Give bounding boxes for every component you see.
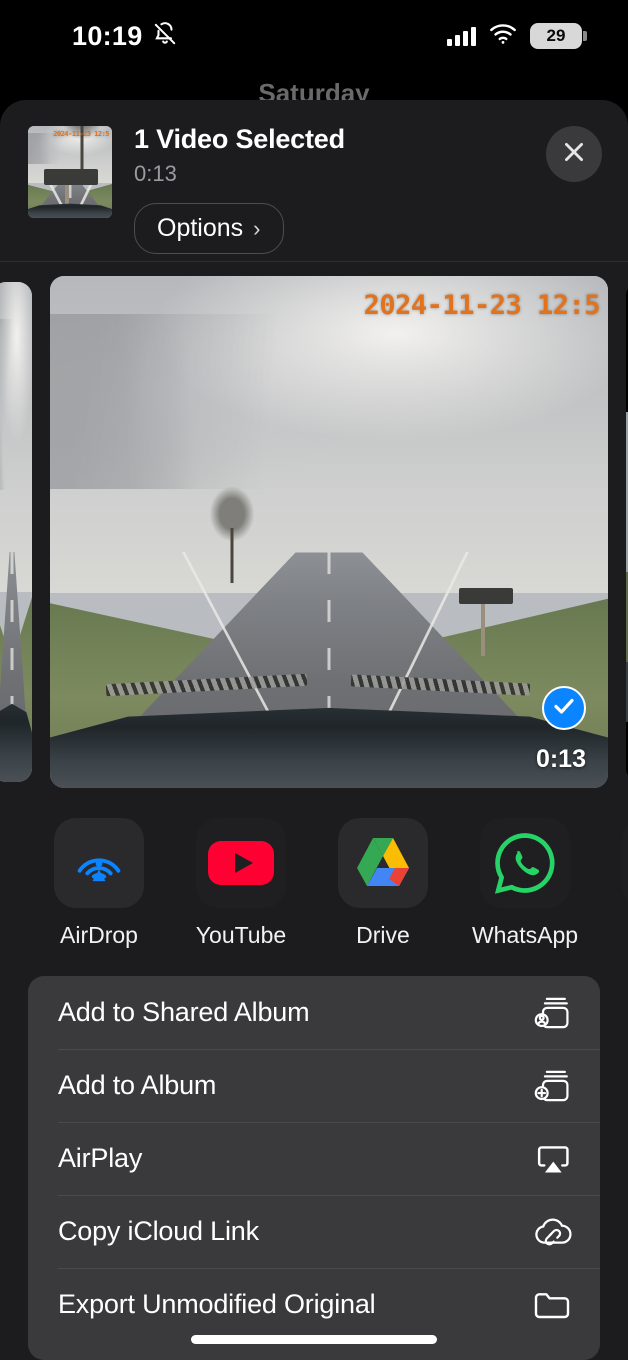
action-label: Add to Album [58,1070,217,1100]
google-drive-icon [338,817,428,908]
status-bar: 10:19 29 [0,0,628,72]
action-label: Export Unmodified Original [58,1289,376,1319]
share-sheet-duration: 0:13 [134,161,177,186]
add-album-icon [530,1066,574,1106]
bell-slash-icon [152,21,178,52]
app-share-airdrop[interactable]: AirDrop [28,817,170,949]
battery-indicator: 29 [530,23,587,49]
cellular-bars-icon [447,26,476,46]
home-indicator[interactable] [191,1335,437,1344]
action-label: Copy iCloud Link [58,1216,259,1246]
app-share-row[interactable]: AirDrop YouTube Drive WhatsApp [0,796,628,956]
app-share-whatsapp[interactable]: WhatsApp [454,817,596,949]
action-row-copy-icloud-link[interactable]: Copy iCloud Link [28,1195,600,1268]
app-share-messages[interactable]: Me [596,817,628,949]
video-duration-label: 0:13 [535,745,586,773]
messages-icon [622,817,628,908]
action-row-add-to-album[interactable]: Add to Album [28,1049,600,1122]
app-label: YouTube [195,921,287,948]
folder-icon [530,1285,574,1325]
media-card-previous[interactable]: 5 [0,282,32,782]
shared-album-icon [530,993,574,1033]
action-label: Add to Shared Album [58,997,310,1027]
selected-checkmark-badge[interactable] [542,686,586,730]
app-label: WhatsApp [471,921,579,948]
video-timestamp-overlay: 2024-11-23 12:5 [363,290,601,321]
action-label: AirPlay [58,1143,143,1173]
app-label: Drive [356,921,410,948]
status-bar-right: 29 [447,23,587,50]
share-sheet-title: 1 Video Selected [134,124,345,154]
options-button[interactable]: Options › [134,203,284,254]
wifi-icon [489,23,517,50]
share-sheet-info: 1 Video Selected 0:13 Options › [134,122,602,254]
action-row-add-to-shared-album[interactable]: Add to Shared Album [28,976,600,1049]
status-bar-left: 10:19 [72,21,178,52]
app-share-drive[interactable]: Drive [312,817,454,949]
iphone-screen: 10:19 29 Saturday 2024-11-23 12:5 1 Vide… [0,0,628,1360]
airplay-icon [530,1139,574,1179]
icloud-link-icon [530,1212,574,1252]
selected-item-thumbnail: 2024-11-23 12:5 [28,126,112,218]
clock: 10:19 [72,20,143,51]
checkmark-circle-icon [552,694,576,723]
chevron-right-icon: › [253,215,261,241]
action-row-export-unmodified-original[interactable]: Export Unmodified Original [28,1268,600,1341]
close-icon [561,139,587,170]
app-label: AirDrop [60,921,138,948]
whatsapp-icon [480,817,570,908]
media-carousel[interactable]: 5 2024-11-23 12:5 [0,262,628,796]
action-list: Add to Shared Album Add to Album AirPlay… [28,976,600,1360]
thumbnail-timestamp: 2024-11-23 12:5 [53,130,109,138]
app-share-youtube[interactable]: YouTube [170,817,312,949]
share-sheet: 2024-11-23 12:5 1 Video Selected 0:13 Op… [0,100,628,1360]
airdrop-icon [54,817,144,908]
share-sheet-header: 2024-11-23 12:5 1 Video Selected 0:13 Op… [0,100,628,262]
youtube-icon [196,817,286,908]
close-button[interactable] [546,126,602,182]
action-row-airplay[interactable]: AirPlay [28,1122,600,1195]
options-button-label: Options [157,214,244,242]
media-card-selected[interactable]: 2024-11-23 12:5 0:13 [50,276,608,788]
